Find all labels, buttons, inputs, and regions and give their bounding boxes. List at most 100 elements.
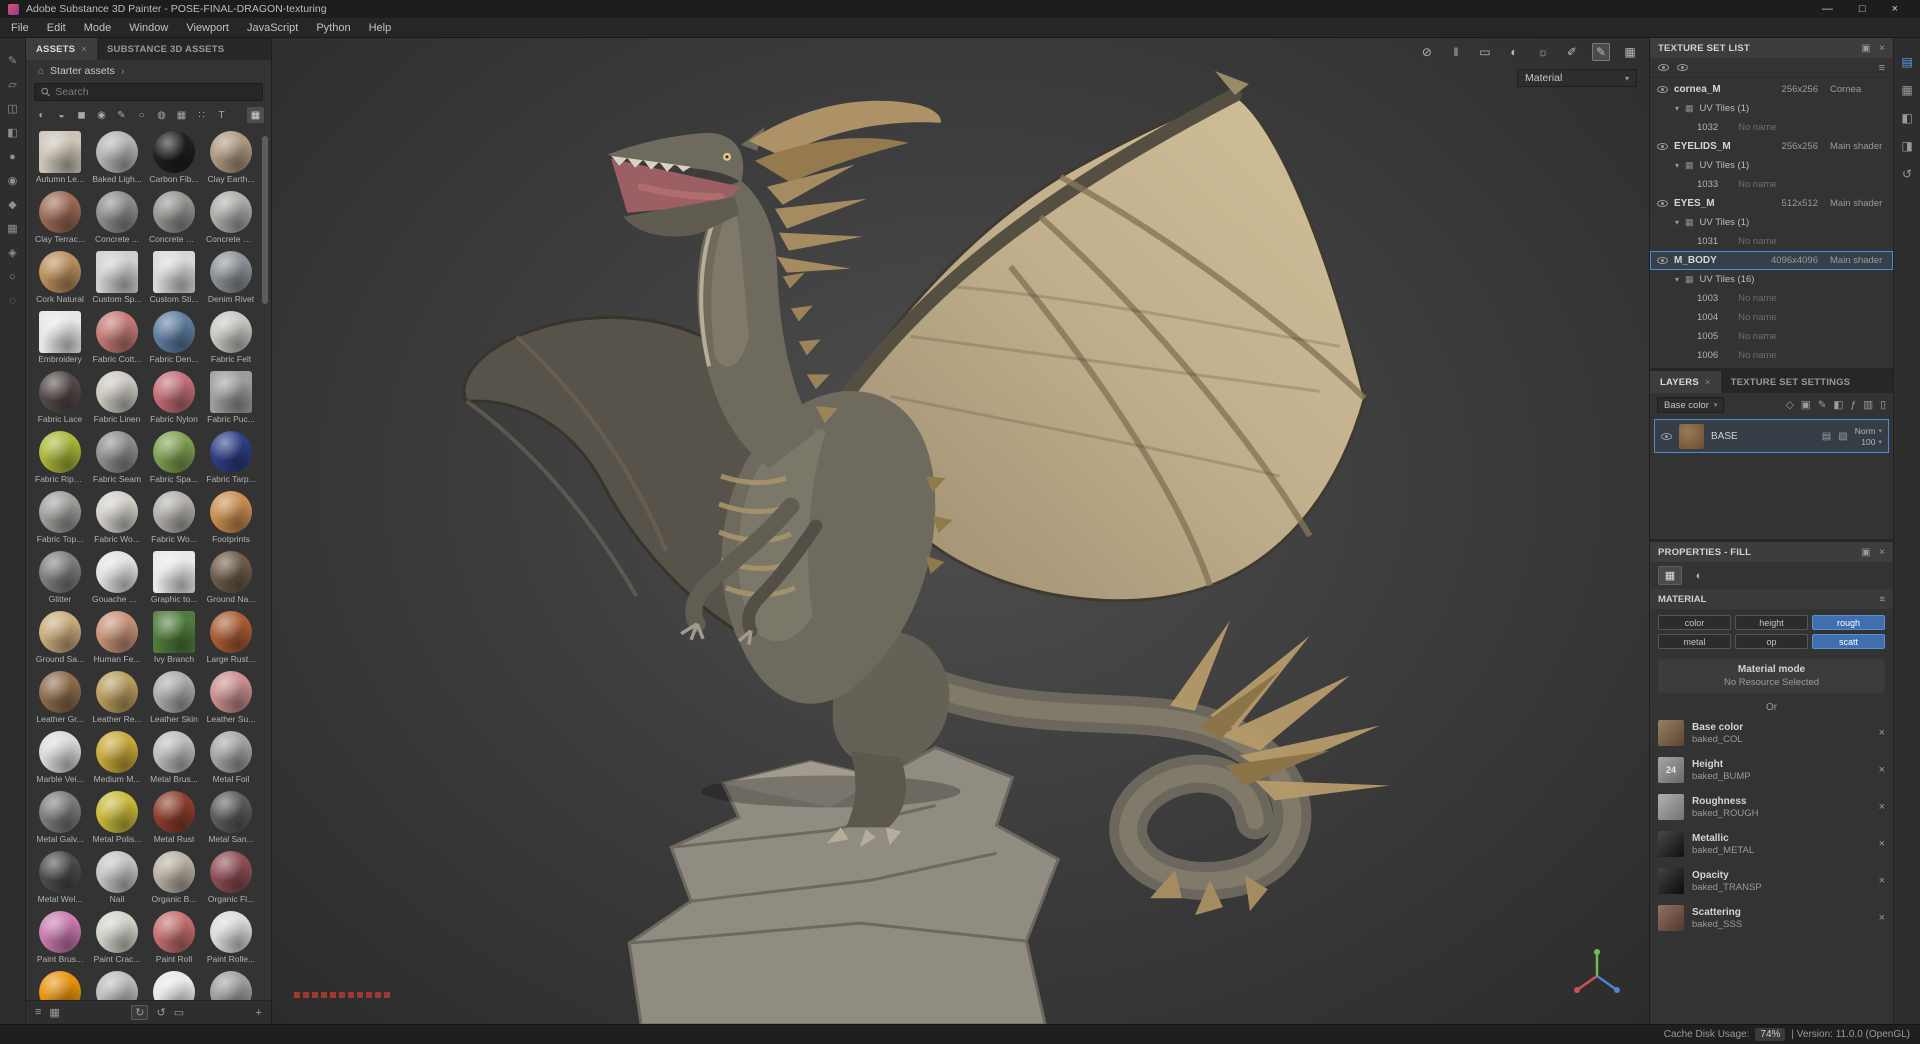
folder-icon[interactable]: ▥ bbox=[1863, 399, 1873, 411]
asset-item[interactable]: Fabric Seam bbox=[91, 431, 143, 488]
channel-toggle-button[interactable]: metal bbox=[1658, 634, 1731, 649]
maximize-button[interactable]: □ bbox=[1859, 3, 1866, 15]
uv-tile-row[interactable]: 1005 No name bbox=[1650, 327, 1893, 346]
fill-properties-tab[interactable]: ▦ bbox=[1658, 566, 1682, 585]
shader-settings-icon[interactable]: ◨ bbox=[1899, 138, 1916, 154]
material-picker-tool-icon[interactable]: ◆ bbox=[5, 198, 21, 213]
material-sphere-icon[interactable]: ◐ bbox=[1505, 43, 1523, 61]
menu-item[interactable]: Mode bbox=[75, 20, 121, 36]
asset-item[interactable]: Metal Rust bbox=[148, 791, 200, 848]
assets-scrollbar[interactable] bbox=[262, 136, 268, 304]
asset-item[interactable]: Custom Sp... bbox=[91, 251, 143, 308]
tab-texture-set-settings[interactable]: TEXTURE SET SETTINGS bbox=[1721, 371, 1861, 393]
asset-item[interactable]: Embroidery bbox=[34, 311, 86, 368]
asset-item[interactable]: Metal Brus... bbox=[148, 731, 200, 788]
asset-item[interactable]: Clay Earth... bbox=[205, 131, 257, 188]
assets-shelf-icon[interactable]: ▤ bbox=[1899, 54, 1916, 70]
minimize-button[interactable]: — bbox=[1822, 3, 1833, 15]
filter-smart-masks-icon[interactable]: ◼ bbox=[73, 107, 90, 123]
asset-item[interactable]: Paint Rolle... bbox=[205, 911, 257, 968]
asset-item[interactable]: Fabric Wo... bbox=[148, 491, 200, 548]
asset-item[interactable] bbox=[148, 971, 200, 1000]
asset-item[interactable]: Gouache D... bbox=[91, 551, 143, 608]
asset-item[interactable]: Denim Rivet bbox=[205, 251, 257, 308]
uv-tile-row[interactable]: 1031 No name bbox=[1650, 232, 1893, 251]
close-tab-icon[interactable]: × bbox=[81, 44, 87, 55]
stamp-icon[interactable]: ▣ bbox=[1801, 399, 1811, 411]
texture-set-panel-icon[interactable]: ▦ bbox=[1899, 82, 1916, 98]
asset-item[interactable]: Autumn Le... bbox=[34, 131, 86, 188]
asset-item[interactable]: Custom Sti... bbox=[148, 251, 200, 308]
visibility-eye-icon[interactable] bbox=[1657, 143, 1668, 150]
asset-item[interactable]: Ivy Branch bbox=[148, 611, 200, 668]
asset-item[interactable]: Fabric Lace bbox=[34, 371, 86, 428]
material-preview-tab[interactable]: ◐ bbox=[1687, 566, 1711, 585]
asset-item[interactable]: Fabric Linen bbox=[91, 371, 143, 428]
asset-item[interactable]: Fabric Den... bbox=[148, 311, 200, 368]
asset-item[interactable]: Clay Terrac... bbox=[34, 191, 86, 248]
layer-mask-icon[interactable]: ▧ bbox=[1838, 431, 1847, 442]
frame-view-icon[interactable]: ▭ bbox=[174, 1006, 184, 1019]
asset-item[interactable]: Baked Ligh... bbox=[91, 131, 143, 188]
clone-tool-icon[interactable]: ◉ bbox=[5, 174, 21, 189]
channel-resource-row[interactable]: Base color baked_COL × bbox=[1658, 719, 1885, 747]
sync-assets-icon[interactable]: ↻ bbox=[131, 1005, 148, 1020]
asset-item[interactable]: Human Fe... bbox=[91, 611, 143, 668]
texture-set-row[interactable]: EYELIDS_M 256x256 Main shader bbox=[1650, 137, 1893, 156]
isolate-eye-icon[interactable] bbox=[1677, 64, 1688, 71]
selection-tool-icon[interactable]: ○ bbox=[5, 270, 21, 285]
filter-textures-icon[interactable]: ◍ bbox=[153, 107, 170, 123]
texture-set-row[interactable]: EYES_M 512x512 Main shader bbox=[1650, 194, 1893, 213]
asset-item[interactable]: Fabric Nylon bbox=[148, 371, 200, 428]
remove-resource-icon[interactable]: × bbox=[1879, 912, 1885, 924]
asset-item[interactable]: Concrete C... bbox=[205, 191, 257, 248]
stencil-tool-icon[interactable]: ▦ bbox=[5, 222, 21, 237]
visibility-eye-icon[interactable] bbox=[1657, 257, 1668, 264]
asset-item[interactable]: Nail bbox=[91, 851, 143, 908]
channel-resource-row[interactable]: 24 Height baked_BUMP × bbox=[1658, 756, 1885, 784]
layer-stack-icon[interactable]: ▤ bbox=[1822, 431, 1831, 442]
filter-filters-icon[interactable]: ◉ bbox=[93, 107, 110, 123]
polygon-fill-tool-icon[interactable]: ◧ bbox=[5, 126, 21, 141]
asset-item[interactable]: Medium M... bbox=[91, 731, 143, 788]
layer-visibility-eye-icon[interactable] bbox=[1661, 433, 1672, 440]
asset-item[interactable]: Large Rust... bbox=[205, 611, 257, 668]
asset-item[interactable]: Carbon Fib... bbox=[148, 131, 200, 188]
pin-icon[interactable]: ◇ bbox=[1786, 399, 1794, 411]
layer-row-base[interactable]: BASE ▤ ▧ Norm▾ 100▾ bbox=[1654, 419, 1889, 453]
list-options-icon[interactable]: ≡ bbox=[1879, 62, 1885, 74]
material-mode-button[interactable]: Material mode No Resource Selected bbox=[1658, 659, 1885, 693]
undo-view-icon[interactable]: ↺ bbox=[156, 1006, 165, 1019]
texture-set-row[interactable]: cornea_M 256x256 Cornea bbox=[1650, 80, 1893, 99]
menu-item[interactable]: Python bbox=[307, 20, 359, 36]
paint-tool-icon[interactable]: ✎ bbox=[5, 54, 21, 69]
filter-materials-icon[interactable]: ◐ bbox=[33, 107, 50, 123]
viewport-canvas[interactable]: ⊘ ‖ ▭ ◐ ☼ ✐ ✎ ▦ Material ▾ bbox=[272, 38, 1649, 1024]
filter-brushes-icon[interactable]: ✎ bbox=[113, 107, 130, 123]
asset-item[interactable]: Cork Natural bbox=[34, 251, 86, 308]
fill-layer-icon[interactable]: ◧ bbox=[1834, 399, 1844, 411]
tab-layers[interactable]: LAYERS × bbox=[1650, 371, 1721, 393]
asset-item[interactable]: Fabric Felt bbox=[205, 311, 257, 368]
uv-tiles-row[interactable]: ▾ ▦ UV Tiles (1) bbox=[1650, 99, 1893, 118]
channel-resource-row[interactable]: Opacity baked_TRANSP × bbox=[1658, 867, 1885, 895]
layer-opacity-dropdown[interactable]: 100▾ bbox=[1861, 437, 1882, 447]
collapse-caret-icon[interactable]: ▾ bbox=[1675, 104, 1679, 113]
detach-panel-icon[interactable]: ▣ bbox=[1861, 43, 1871, 54]
eraser-tool-icon[interactable]: ▱ bbox=[5, 78, 21, 93]
asset-item[interactable]: Fabric Wo... bbox=[91, 491, 143, 548]
pen-tool-icon[interactable]: ✐ bbox=[1563, 43, 1581, 61]
show-all-eye-icon[interactable] bbox=[1658, 64, 1669, 71]
channel-resource-row[interactable]: Metallic baked_METAL × bbox=[1658, 830, 1885, 858]
uv-tile-row[interactable]: 1033 No name bbox=[1650, 175, 1893, 194]
uv-tile-row[interactable]: 1003 No name bbox=[1650, 289, 1893, 308]
pencil-icon[interactable]: ✎ bbox=[1818, 399, 1827, 411]
asset-item[interactable]: Graphic to... bbox=[148, 551, 200, 608]
asset-item[interactable]: Fabric Tarp... bbox=[205, 431, 257, 488]
asset-item[interactable]: Metal San... bbox=[205, 791, 257, 848]
uv-grid-icon[interactable]: ▦ bbox=[1621, 43, 1639, 61]
asset-item[interactable]: Fabric Puc... bbox=[205, 371, 257, 428]
shader-link[interactable]: Main shader bbox=[1824, 198, 1886, 209]
display-settings-icon[interactable]: ◧ bbox=[1899, 110, 1916, 126]
asset-item[interactable]: Footprints bbox=[205, 491, 257, 548]
